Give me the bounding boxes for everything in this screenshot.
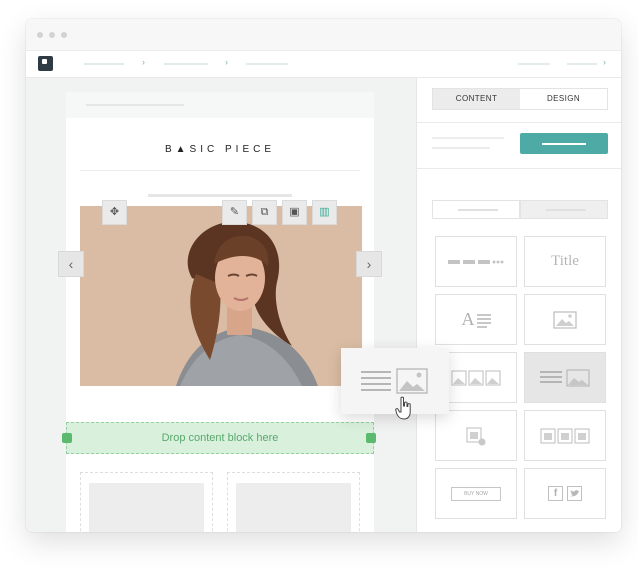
toolbar-action-2[interactable] [567,63,597,65]
move-icon: ✥ [109,206,120,218]
chevron-right-icon: › [142,57,145,67]
window-dot-1[interactable] [37,32,43,38]
subtab-modules[interactable] [520,200,608,218]
subtitle-placeholder[interactable] [148,194,292,197]
text-image-block[interactable] [524,352,606,403]
window-dot-3[interactable] [61,32,67,38]
chevron-right-icon: › [225,57,228,67]
text-lines-icon [476,313,491,328]
hand-cursor-icon [395,396,411,420]
tab-content[interactable]: CONTENT [433,89,520,109]
divider-icon [448,259,504,264]
title-block-label: Title [551,253,579,269]
drop-zone-label: Drop content block here [161,432,279,444]
breadcrumb-step-2[interactable] [164,63,208,65]
chevron-left-icon: ‹ [68,256,74,272]
delete-block-button[interactable]: ▥ [312,200,337,225]
brand-logo-text[interactable]: B▲SIC PIECE [66,144,374,155]
email-canvas: B▲SIC PIECE ✥ ✎ ⧉ ▣ ▥ ‹ › Drop content b… [26,78,416,532]
app-logo-icon[interactable] [38,56,53,71]
chevron-right-icon: › [366,256,372,272]
window-titlebar [26,19,621,51]
image-icon [553,310,577,329]
column-right-placeholder [236,483,351,532]
tab-design[interactable]: DESIGN [520,89,607,109]
setting-label-placeholder [432,137,504,139]
model-photo [80,206,362,386]
email-preview: B▲SIC PIECE ✥ ✎ ⧉ ▣ ▥ [66,92,374,532]
save-icon: ▣ [289,206,300,218]
column-left-placeholder [89,483,204,532]
move-block-button[interactable]: ✥ [102,200,127,225]
save-block-button[interactable]: ▣ [282,200,307,225]
breadcrumb-step-1[interactable] [84,63,124,65]
editor-toolbar: › › › [26,51,621,78]
blocks-panel: CONTENT DESIGN Title A BUY NOW f [416,78,621,532]
edit-block-button[interactable]: ✎ [222,200,247,225]
toolbar-action-1[interactable] [518,63,550,65]
chevron-right-icon: › [603,57,606,67]
window-dot-2[interactable] [49,32,55,38]
text-image-icon [540,369,590,386]
product-block[interactable] [435,410,517,461]
header-divider [80,170,360,171]
duplicate-block-button[interactable]: ⧉ [252,200,277,225]
edit-icon: ✎ [229,206,240,218]
duplicate-icon: ⧉ [260,206,269,218]
editor-window: › › › B▲SIC PIECE ✥ ✎ ⧉ ▣ ▥ ‹ › Drop con… [26,19,621,532]
twitter-icon [567,486,582,501]
title-block[interactable]: Title [524,236,606,287]
image-block[interactable] [524,294,606,345]
panel-tabs: CONTENT DESIGN [432,88,608,110]
social-block[interactable]: f [524,468,606,519]
drop-zone[interactable]: Drop content block here [66,422,374,454]
block-subtabs [432,200,608,219]
products-icon [540,428,590,443]
product-icon [466,427,486,445]
hero-image[interactable] [80,206,362,386]
column-left[interactable] [80,472,213,532]
slider-prev-button[interactable]: ‹ [58,251,84,277]
facebook-label: f [548,486,563,501]
column-right[interactable] [227,472,360,532]
text-block[interactable]: A [435,294,517,345]
slider-next-button[interactable]: › [356,251,382,277]
subtab-blocks[interactable] [432,200,520,218]
email-preheader[interactable] [66,92,374,118]
gallery-icon [451,370,501,385]
trash-icon: ▥ [319,206,330,218]
text-block-label: A [461,309,475,329]
products-row-block[interactable] [524,410,606,461]
breadcrumb-step-3[interactable] [246,63,288,65]
setting-sublabel-placeholder [432,147,490,149]
divider-block[interactable] [435,236,517,287]
drop-marker-left [62,433,72,443]
apply-button[interactable] [520,133,608,154]
drop-marker-right [366,433,376,443]
buy-now-label: BUY NOW [451,486,501,501]
button-block[interactable]: BUY NOW [435,468,517,519]
